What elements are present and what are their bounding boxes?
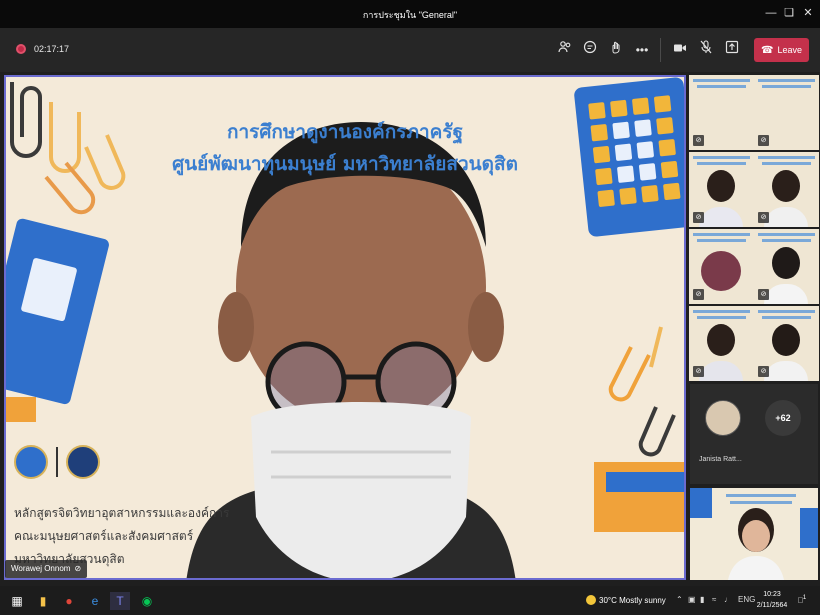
- participant-head: [701, 251, 741, 291]
- slide-subtitle-bar: [762, 316, 811, 319]
- mic-muted-icon: ⊘: [693, 289, 704, 300]
- volume-icon[interactable]: ♩: [724, 595, 732, 604]
- recording-icon: [16, 44, 26, 54]
- slide-title-line-2: ศูนย์พัฒนาทุนมนุษย์ มหาวิทยาลัยสวนดุสิต: [172, 153, 518, 175]
- more-options-icon[interactable]: •••: [632, 40, 652, 60]
- file-explorer-icon[interactable]: ▮: [34, 592, 52, 610]
- mic-muted-icon: ⊘: [693, 135, 704, 146]
- slide-subtitle-bar: [762, 239, 811, 242]
- battery-icon[interactable]: ▮: [700, 595, 704, 604]
- slide-subtitle-bar: [697, 162, 746, 165]
- notification-badge: 1: [802, 595, 807, 601]
- participant-head: [772, 324, 800, 356]
- participant-tile-audio[interactable]: Janista Ratt...: [690, 384, 818, 484]
- slide-subtitle-bar: [697, 85, 746, 88]
- mic-muted-icon: ⊘: [758, 135, 769, 146]
- more-participants-button[interactable]: +62: [765, 400, 801, 436]
- notification-icon[interactable]: □1: [798, 595, 806, 605]
- leave-button[interactable]: ☎ Leave: [754, 38, 809, 62]
- mic-muted-icon: ⊘: [758, 366, 769, 377]
- network-icon[interactable]: ▣: [688, 595, 696, 604]
- slide-footer-line-1: หลักสูตรจิตวิทยาอุตสาหกรรมและองค์การ: [14, 506, 230, 520]
- windows-taskbar: ▦ ▮ ● e T ◉ 30°C Mostly sunny ⌃ ▣ ▮ ≈ ♩ …: [0, 586, 820, 615]
- slide-subtitle-bar: [762, 85, 811, 88]
- participant-tile[interactable]: ⊘: [754, 306, 819, 381]
- weather-widget[interactable]: 30°C Mostly sunny: [586, 595, 666, 605]
- slide-subtitle-bar: [762, 162, 811, 165]
- slide-footer-line-2: คณะมนุษยศาสตร์และสังคมศาสตร์: [14, 529, 194, 543]
- microphone-muted-icon[interactable]: [696, 40, 716, 60]
- slide-title-bar: [693, 79, 750, 82]
- edge-icon[interactable]: e: [86, 592, 104, 610]
- participant-head: [772, 247, 800, 279]
- participant-tile[interactable]: ⊘: [689, 152, 754, 227]
- camera-icon[interactable]: [670, 40, 690, 60]
- clock-date: 2/11/2564: [756, 602, 788, 609]
- presenter-name: Worawej Onnom: [11, 564, 71, 573]
- weather-text: 30°C Mostly sunny: [599, 595, 666, 605]
- teams-icon[interactable]: T: [110, 592, 130, 610]
- slide-subtitle-bar: [697, 239, 746, 242]
- participant-tile[interactable]: ⊘: [689, 75, 754, 150]
- participant-video-graphic: [690, 488, 818, 580]
- participant-head: [772, 170, 800, 202]
- participant-tile[interactable]: ⊘: [754, 75, 819, 150]
- reactions-icon[interactable]: [606, 40, 626, 60]
- line-icon[interactable]: ◉: [138, 592, 156, 610]
- main-video-stage[interactable]: การศึกษาดูงานองค์กรภาครัฐ ศูนย์พัฒนาทุนม…: [4, 75, 686, 580]
- clock-time: 10:23: [763, 591, 781, 598]
- mic-muted-icon: ⊘: [758, 289, 769, 300]
- toolbar-divider: [660, 38, 661, 62]
- windows-start-icon[interactable]: ▦: [8, 592, 26, 610]
- slide-title-bar: [758, 79, 815, 82]
- slide-subtitle-bar: [697, 316, 746, 319]
- participant-tile[interactable]: ⊘: [689, 229, 754, 304]
- participant-body: [699, 361, 743, 381]
- presenter-name-tag: Worawej Onnom ⊘: [5, 560, 88, 578]
- meeting-toolbar: 02:17:17 ••• ☎ Leave: [0, 28, 820, 72]
- slide-title-line-1: การศึกษาดูงานองค์กรภาครัฐ: [226, 121, 464, 143]
- sun-icon: [586, 595, 596, 605]
- meeting-timer: 02:17:17: [34, 44, 70, 54]
- participant-tile[interactable]: ⊘: [754, 152, 819, 227]
- slide-title-bar: [758, 156, 815, 159]
- participant-tile[interactable]: ⊘: [754, 229, 819, 304]
- close-icon[interactable]: ✕: [799, 4, 817, 22]
- slide-title-bar: [693, 156, 750, 159]
- clock[interactable]: 10:23 2/11/2564: [752, 589, 792, 611]
- participant-body: [764, 207, 808, 227]
- participant-name: Janista Ratt...: [699, 456, 742, 463]
- participant-body: [764, 361, 808, 381]
- mic-muted-icon: ⊘: [74, 564, 82, 573]
- participant-head: [707, 170, 735, 202]
- phone-hangup-icon: ☎: [761, 44, 774, 56]
- avatar: [705, 400, 741, 436]
- maximize-icon[interactable]: ❏: [780, 4, 798, 22]
- slide-title-bar: [758, 310, 815, 313]
- window-title: การประชุมใน "General": [362, 10, 458, 20]
- participant-tile[interactable]: ⊘: [689, 306, 754, 381]
- share-screen-icon[interactable]: [722, 40, 742, 60]
- leave-button-label: Leave: [777, 45, 802, 55]
- mic-muted-icon: ⊘: [693, 366, 704, 377]
- chat-icon[interactable]: [580, 40, 600, 60]
- teams-meeting-window: การประชุมใน "General" — ❏ ✕ 02:17:17 •••…: [0, 0, 820, 615]
- slide-title-bar: [693, 233, 750, 236]
- wifi-icon[interactable]: ≈: [712, 595, 716, 604]
- participant-body: [764, 284, 808, 304]
- chevron-up-icon[interactable]: ⌃: [676, 595, 683, 604]
- title-bar: การประชุมใน "General" — ❏ ✕: [0, 0, 820, 28]
- participant-body: [699, 207, 743, 227]
- slide-title-bar: [758, 233, 815, 236]
- participant-tile-large[interactable]: [690, 488, 818, 580]
- mic-muted-icon: ⊘: [758, 212, 769, 223]
- minimize-icon[interactable]: —: [762, 4, 780, 22]
- people-icon[interactable]: [555, 40, 575, 60]
- participant-head: [707, 324, 735, 356]
- slide-title-bar: [693, 310, 750, 313]
- chrome-icon[interactable]: ●: [60, 592, 78, 610]
- mic-muted-icon: ⊘: [693, 212, 704, 223]
